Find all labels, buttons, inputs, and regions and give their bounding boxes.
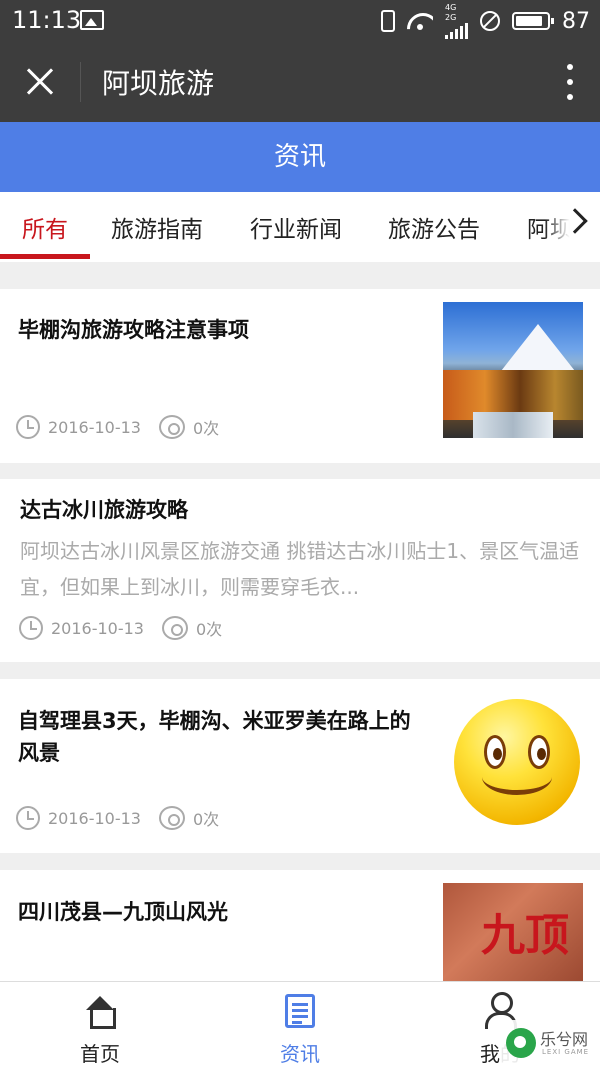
- active-tab-indicator: [0, 254, 90, 259]
- clock-icon: [16, 806, 40, 830]
- category-tab-bar: 所有 旅游指南 行业新闻 旅游公告 阿坝: [0, 192, 600, 262]
- views-icon: [158, 415, 185, 439]
- image-notification-icon: [80, 10, 104, 30]
- article-meta: 2016-10-13 0次: [19, 616, 222, 640]
- status-time: 11:13: [12, 6, 82, 34]
- article-title: 自驾理县3天，毕棚沟、米亚罗美在路上的风景: [18, 709, 411, 765]
- clock-icon: [16, 415, 40, 439]
- watermark: 乐兮网 LEXI GAME: [500, 1020, 600, 1067]
- tab-industry-news[interactable]: 行业新闻: [250, 210, 342, 244]
- title-bar: 阿坝旅游: [0, 42, 600, 122]
- article-card[interactable]: 毕棚沟旅游攻略注意事项 2016-10-13 0次: [0, 289, 600, 463]
- close-icon[interactable]: [20, 62, 60, 102]
- home-icon: [84, 996, 116, 1029]
- article-views: 0次: [192, 810, 220, 829]
- article-date: 2016-10-13: [48, 808, 141, 828]
- watermark-sub: LEXI GAME: [542, 1048, 590, 1056]
- title-divider: [80, 62, 81, 102]
- tab-travel-notice[interactable]: 旅游公告: [388, 210, 480, 244]
- tab-travel-guide[interactable]: 旅游指南: [111, 210, 203, 244]
- article-meta: 2016-10-13 0次: [16, 806, 219, 830]
- app-title: 阿坝旅游: [102, 67, 215, 100]
- views-icon: [158, 806, 185, 830]
- watermark-text: 乐兮网: [540, 1030, 589, 1049]
- article-card[interactable]: 自驾理县3天，毕棚沟、米亚罗美在路上的风景 2016-10-13 0次: [0, 679, 600, 853]
- page-title: 资讯: [0, 122, 600, 192]
- signal-icon: 4G 2G: [445, 3, 468, 39]
- article-thumbnail: [443, 302, 583, 438]
- smiley-thumbnail: [454, 699, 580, 825]
- news-icon: [285, 994, 315, 1028]
- article-views: 0次: [192, 419, 220, 438]
- article-date: 2016-10-13: [48, 417, 141, 437]
- battery-percent: 87: [562, 8, 590, 34]
- article-meta: 2016-10-13 0次: [16, 415, 219, 439]
- article-title: 毕棚沟旅游攻略注意事项: [18, 318, 249, 342]
- nav-label: 首页: [80, 1042, 120, 1066]
- more-options-icon[interactable]: [564, 64, 576, 100]
- status-bar: 11:13 4G 2G 87: [0, 0, 600, 42]
- battery-icon: [512, 12, 554, 30]
- wifi-icon: [407, 11, 433, 31]
- nav-label: 资讯: [280, 1042, 320, 1066]
- do-not-disturb-icon: [480, 11, 500, 31]
- article-date: 2016-10-13: [51, 618, 144, 638]
- vibrate-icon: [381, 10, 395, 32]
- article-card[interactable]: 达古冰川旅游攻略 阿坝达古冰川风景区旅游交通 挑错达古冰川贴士1、景区气温适宜，…: [0, 479, 600, 662]
- article-title: 达古冰川旅游攻略: [20, 498, 188, 522]
- watermark-logo-icon: [506, 1028, 536, 1058]
- clock-icon: [19, 616, 43, 640]
- article-summary: 阿坝达古冰川风景区旅游交通 挑错达古冰川贴士1、景区气温适宜，但如果上到冰川，则…: [20, 539, 580, 599]
- thumbnail-calligraphy: 九顶: [481, 910, 569, 961]
- tab-all[interactable]: 所有: [22, 210, 68, 244]
- article-card[interactable]: 四川茂县—九顶山风光 九顶: [0, 870, 600, 981]
- article-thumbnail: 九顶: [443, 883, 583, 981]
- article-views: 0次: [195, 620, 223, 639]
- signal-label: 4G 2G: [445, 3, 457, 22]
- article-title: 四川茂县—九顶山风光: [18, 900, 228, 924]
- views-icon: [161, 616, 188, 640]
- status-icons: 4G 2G 87: [381, 3, 590, 39]
